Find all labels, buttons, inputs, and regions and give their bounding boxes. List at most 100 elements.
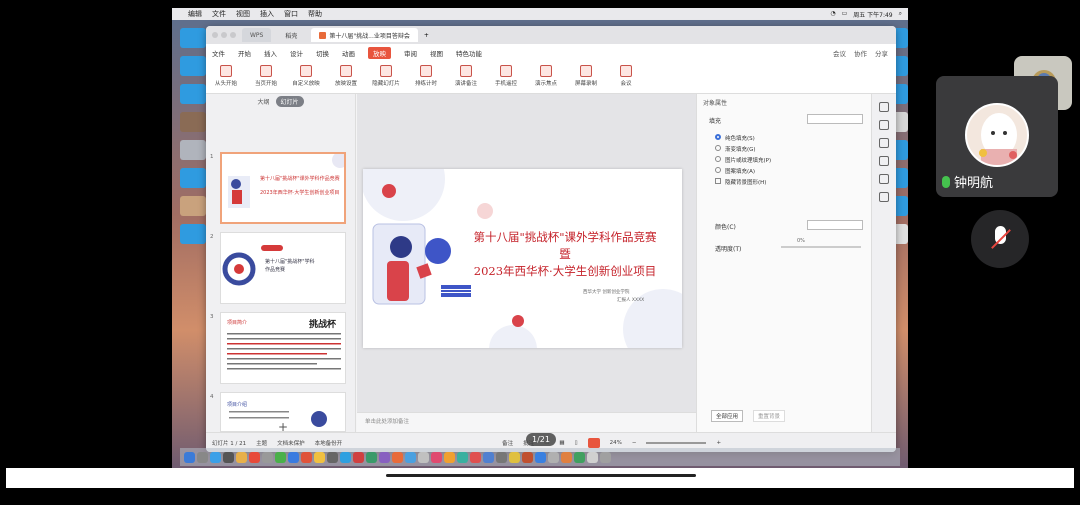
ribbon-from-current-button[interactable]: 当页开始 [250,65,282,87]
close-window-button[interactable] [212,32,218,38]
folder-icon[interactable] [180,84,206,104]
menu-slideshow[interactable]: 放映 [368,47,391,59]
menu-review[interactable]: 审阅 [404,48,417,58]
slide-thumbnail-3[interactable]: 挑战杯 项目简介 [220,312,346,384]
home-indicator[interactable] [386,474,696,477]
app-icon[interactable] [249,451,260,463]
share-icon[interactable] [879,192,889,202]
maximize-window-button[interactable] [230,32,236,38]
tab-docer[interactable]: 稻壳 [277,28,305,42]
reset-background-button[interactable]: 重置背景 [753,410,786,422]
app-icon[interactable] [444,451,455,463]
zoom-out-icon[interactable]: − [632,440,637,446]
menu-file[interactable]: 文件 [212,48,225,58]
ribbon-notes-button[interactable]: 演讲备注 [450,65,482,87]
slide-thumbnail-1[interactable]: 第十八届"挑战杯"课外学科作品竞赛 2023年西华杯·大学生创新创业项目 [220,152,346,224]
app-icon[interactable] [431,451,442,463]
app-icon[interactable] [522,451,533,463]
history-icon[interactable] [879,174,889,184]
menu-start[interactable]: 开始 [238,48,251,58]
current-slide[interactable]: 第十八届"挑战杯"课外学科作品竞赛 暨 2023年西华杯·大学生创新创业项目 西… [363,169,682,348]
properties-icon[interactable] [879,102,889,112]
file-icon[interactable] [180,140,206,160]
hide-bg-graphics-checkbox[interactable]: 隐藏背景图形(H) [715,178,771,189]
mac-menu-item[interactable]: 插入 [260,9,274,19]
launchpad-icon[interactable] [197,451,208,463]
mac-menu-item[interactable]: 视图 [236,9,250,19]
menu-animation[interactable]: 动画 [342,48,355,58]
mac-menu-item[interactable]: 编辑 [188,9,202,19]
tab-wps-home[interactable]: WPS [242,28,272,42]
document-protect-status[interactable]: 文档未保护 [277,439,305,447]
transparency-slider[interactable] [781,246,861,248]
file-icon[interactable] [180,112,206,132]
ribbon-from-start-button[interactable]: 从头开始 [210,65,242,87]
wechat-icon[interactable] [275,451,286,463]
app-icon[interactable] [405,451,416,463]
ribbon-remote-button[interactable]: 手机遥控 [490,65,522,87]
folder-icon[interactable] [180,56,206,76]
menu-features[interactable]: 特色功能 [456,48,482,58]
folder-icon[interactable] [180,28,206,48]
notes-toggle[interactable]: 备注 [502,439,513,447]
wifi-icon[interactable]: ◔ [830,10,835,19]
color-dropdown[interactable] [807,220,863,230]
app-icon[interactable] [314,451,325,463]
fill-option-pattern[interactable]: 图案填充(A) [715,167,771,178]
notes-field[interactable]: 单击此处添加备注 [357,412,696,432]
ribbon-hide-slide-button[interactable]: 隐藏幻灯片 [370,65,402,87]
ribbon-record-button[interactable]: 屏幕录制 [570,65,602,87]
meeting-button[interactable]: 会议 [833,48,846,58]
wps-icon[interactable] [392,451,403,463]
app-icon[interactable] [288,451,299,463]
zoom-level[interactable]: 24% [610,440,622,446]
mac-menu-item[interactable]: 窗口 [284,9,298,19]
ribbon-rehearse-button[interactable]: 排练计时 [410,65,442,87]
mac-menu-item[interactable]: 文件 [212,9,226,19]
app-icon[interactable] [301,451,312,463]
local-backup-status[interactable]: 本地备份开 [315,439,343,447]
app-icon[interactable] [379,451,390,463]
app-icon[interactable] [535,451,546,463]
app-icon[interactable] [457,451,468,463]
menu-transition[interactable]: 切换 [316,48,329,58]
collab-button[interactable]: 协作 [854,48,867,58]
tab-document[interactable]: 第十八届"挑战...业项目答辩会 [311,28,418,42]
file-icon[interactable] [180,196,206,216]
slide-title[interactable]: 第十八届"挑战杯"课外学科作品竞赛 暨 2023年西华杯·大学生创新创业项目 [467,229,663,280]
transparency-value[interactable]: 0% [797,238,805,244]
reading-view-icon[interactable]: ▯ [575,440,578,446]
app-icon[interactable] [262,451,273,463]
ribbon-meeting-button[interactable]: 会议 [610,65,642,87]
trash-icon[interactable] [600,451,611,463]
app-icon[interactable] [483,451,494,463]
app-icon[interactable] [223,451,234,463]
fill-dropdown[interactable] [807,114,863,124]
share-button[interactable]: 分享 [875,48,888,58]
app-icon[interactable] [496,451,507,463]
slide-thumbnail-2[interactable]: 第十八届"挑战杯"学科 作品竞赛 [220,232,346,304]
image-icon[interactable] [879,156,889,166]
ribbon-settings-button[interactable]: 放映设置 [330,65,362,87]
app-icon[interactable] [327,451,338,463]
tab-outline[interactable]: 大纲 [257,97,269,106]
app-icon[interactable] [548,451,559,463]
search-icon[interactable]: ⌕ [899,10,902,19]
fill-section-label[interactable]: 填充 [709,116,721,125]
animation-icon[interactable] [879,138,889,148]
app-icon[interactable] [561,451,572,463]
menu-design[interactable]: 设计 [290,48,303,58]
app-icon[interactable] [574,451,585,463]
app-icon[interactable] [470,451,481,463]
play-slideshow-button[interactable] [587,437,600,448]
app-icon[interactable] [418,451,429,463]
tab-slides[interactable]: 幻灯片 [275,95,304,107]
apply-all-button[interactable]: 全部应用 [711,410,744,422]
app-icon[interactable] [236,451,247,463]
finder-icon[interactable] [184,451,195,463]
fill-option-solid[interactable]: 纯色填充(S) [715,134,771,145]
style-icon[interactable] [879,120,889,130]
mac-menu-item[interactable]: 帮助 [308,9,322,19]
fill-option-picture[interactable]: 图片或纹理填充(P) [715,156,771,167]
sorter-view-icon[interactable]: ▦ [559,440,564,446]
